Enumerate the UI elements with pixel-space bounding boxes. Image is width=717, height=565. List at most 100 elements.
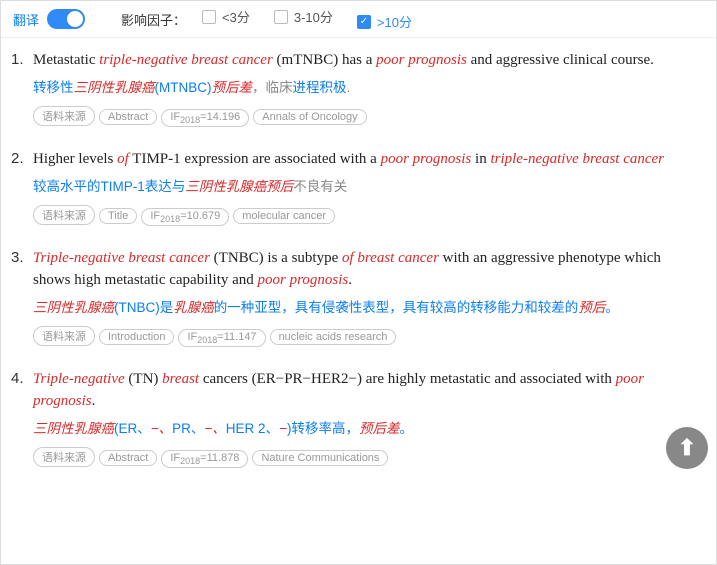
cn-part: ，临床: [252, 80, 293, 95]
text: in: [471, 151, 490, 167]
cn-part: 预后: [578, 300, 605, 315]
tag-row: 语料来源TitleIF2018=10.679molecular cancer: [33, 205, 698, 226]
result-number: 1.: [11, 50, 33, 127]
cn-part: 转移性: [33, 80, 74, 95]
impact-factor-label: 影响因子：: [121, 10, 186, 29]
cn-part: (MTNBC): [155, 80, 212, 95]
results-list: 1.Metastatic triple-negative breast canc…: [1, 38, 716, 563]
cn-part: 三阴性乳腺癌: [33, 421, 114, 436]
chinese-text: 较高水平的TIMP-1表达与三阴性乳腺癌预后不良有关: [33, 177, 698, 197]
text: .: [92, 393, 96, 409]
cn-part: 不良有关: [293, 179, 347, 194]
cn-part: (TNBC)是: [114, 300, 173, 315]
cn-part: 进程积极: [293, 80, 347, 95]
result-item: 2.Higher levels of TIMP-1 expression are…: [11, 149, 698, 226]
arrow-up-icon: ⬆: [678, 437, 696, 459]
emphasis: poor prognosis: [376, 52, 467, 68]
result-body: Metastatic triple-negative breast cancer…: [33, 50, 698, 127]
tag-if[interactable]: IF2018=11.878: [161, 450, 248, 468]
cn-part: 。: [399, 421, 413, 436]
tag-source[interactable]: 语料来源: [33, 106, 95, 126]
tag-section[interactable]: Introduction: [99, 329, 174, 345]
cn-part: (ER、: [114, 421, 151, 436]
result-body: Triple-negative breast cancer (TNBC) is …: [33, 248, 698, 347]
translate-toggle[interactable]: [47, 9, 85, 29]
tag-if[interactable]: IF2018=14.196: [161, 109, 249, 127]
chinese-text: 三阴性乳腺癌(ER、−、PR、−、HER 2、−)转移率高，预后差。: [33, 419, 698, 439]
result-item: 1.Metastatic triple-negative breast canc…: [11, 50, 698, 127]
emphasis: breast: [162, 371, 199, 387]
cn-part: −、: [204, 421, 225, 436]
emphasis: triple-negative breast cancer: [490, 151, 664, 167]
cn-part: 的一种亚型，具有侵袭性表型，具有较高的转移能力和较差的: [214, 300, 579, 315]
checkbox-icon: [202, 10, 216, 24]
cn-part: 三阴性乳腺癌预后: [185, 179, 293, 194]
emphasis: poor prognosis: [258, 272, 349, 288]
result-number: 3.: [11, 248, 33, 347]
text: .: [348, 272, 352, 288]
emphasis: Triple-negative breast cancer: [33, 250, 210, 266]
result-number: 4.: [11, 369, 33, 468]
cn-part: HER 2、: [226, 421, 279, 436]
tag-source[interactable]: 语料来源: [33, 205, 95, 225]
chinese-text: 三阴性乳腺癌(TNBC)是乳腺癌的一种亚型，具有侵袭性表型，具有较高的转移能力和…: [33, 298, 698, 318]
tag-section[interactable]: Abstract: [99, 450, 157, 466]
emphasis: triple-negative breast cancer: [99, 52, 273, 68]
tag-journal[interactable]: Nature Communications: [252, 450, 388, 466]
english-text: Triple-negative (TN) breast cancers (ER−…: [33, 369, 698, 413]
filter-option-1[interactable]: 3-10分: [274, 7, 333, 26]
result-number: 2.: [11, 149, 33, 226]
tag-if[interactable]: IF2018=10.679: [141, 208, 229, 226]
tag-row: 语料来源IntroductionIF2018=11.147 nucleic aci…: [33, 326, 698, 347]
cn-part: −: [279, 421, 287, 436]
cn-part: .: [347, 80, 351, 95]
tag-row: 语料来源AbstractIF2018=14.196Annals of Oncol…: [33, 106, 698, 127]
english-text: Higher levels of TIMP-1 expression are a…: [33, 149, 698, 171]
text: and aggressive clinical course.: [467, 52, 654, 68]
filter-option-label: <3分: [222, 7, 250, 26]
text: Metastatic: [33, 52, 99, 68]
cn-part: )转移率高，: [287, 421, 359, 436]
filter-option-0[interactable]: <3分: [202, 7, 250, 26]
cn-part: 。: [605, 300, 619, 315]
checkbox-icon: ✓: [357, 15, 371, 29]
tag-section[interactable]: Abstract: [99, 109, 157, 125]
scroll-top-button[interactable]: ⬆: [666, 427, 708, 469]
filter-option-label: >10分: [377, 12, 412, 31]
cn-part: 预后差: [212, 80, 253, 95]
emphasis: of breast cancer: [342, 250, 439, 266]
tag-journal[interactable]: molecular cancer: [233, 208, 335, 224]
english-text: Triple-negative breast cancer (TNBC) is …: [33, 248, 698, 292]
english-text: Metastatic triple-negative breast cancer…: [33, 50, 698, 72]
checkbox-icon: [274, 10, 288, 24]
tag-journal[interactable]: Annals of Oncology: [253, 109, 366, 125]
emphasis: poor prognosis: [381, 151, 472, 167]
cn-part: 乳腺癌: [173, 300, 214, 315]
filter-option-2[interactable]: ✓ >10分: [357, 12, 412, 31]
text: (mTNBC) has a: [273, 52, 376, 68]
result-item: 3.Triple-negative breast cancer (TNBC) i…: [11, 248, 698, 347]
cn-part: PR、: [172, 421, 204, 436]
translate-label: 翻译: [13, 10, 39, 29]
cn-part: 预后差: [359, 421, 400, 436]
result-body: Triple-negative (TN) breast cancers (ER−…: [33, 369, 698, 468]
tag-if[interactable]: IF2018=11.147: [178, 329, 265, 347]
result-item: 4.Triple-negative (TN) breast cancers (E…: [11, 369, 698, 468]
cn-part: 三阴性乳腺癌: [33, 300, 114, 315]
tag-journal[interactable]: nucleic acids research: [270, 329, 397, 345]
tag-source[interactable]: 语料来源: [33, 326, 95, 346]
filter-option-label: 3-10分: [294, 7, 333, 26]
cn-part: 三阴性乳腺癌: [74, 80, 155, 95]
tag-row: 语料来源AbstractIF2018=11.878Nature Communic…: [33, 447, 698, 468]
text: Higher levels: [33, 151, 117, 167]
chinese-text: 转移性三阴性乳腺癌(MTNBC)预后差，临床进程积极.: [33, 78, 698, 98]
cn-part: 较高水平的TIMP-1表达与: [33, 179, 185, 194]
tag-source[interactable]: 语料来源: [33, 447, 95, 467]
emphasis: Triple-negative: [33, 371, 125, 387]
filter-options: <3分 3-10分 ✓ >10分: [202, 7, 436, 31]
result-body: Higher levels of TIMP-1 expression are a…: [33, 149, 698, 226]
tag-section[interactable]: Title: [99, 208, 137, 224]
text: (TN): [125, 371, 163, 387]
text: (TNBC) is a subtype: [210, 250, 342, 266]
cn-part: −、: [151, 421, 172, 436]
